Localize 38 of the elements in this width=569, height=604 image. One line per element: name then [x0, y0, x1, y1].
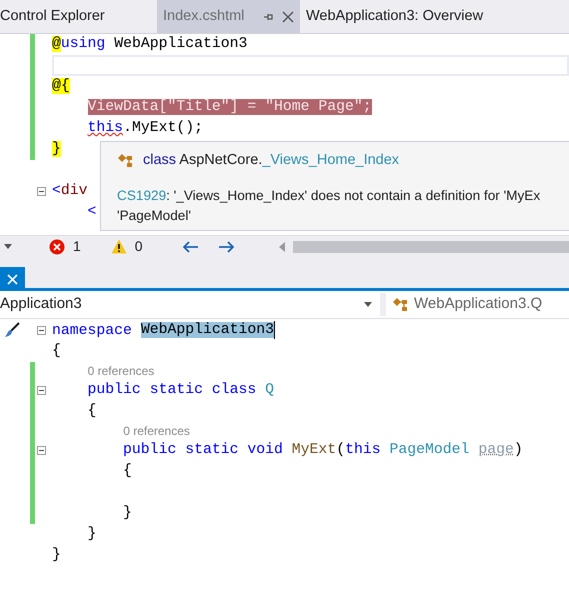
- code-line: namespace WebApplication3: [52, 320, 276, 340]
- close-icon[interactable]: [282, 10, 294, 22]
- code-line: }: [86, 525, 96, 544]
- error-icon[interactable]: [49, 238, 65, 254]
- error-count[interactable]: 1: [73, 236, 81, 257]
- class-icon: [392, 296, 410, 312]
- code-line: }: [52, 546, 61, 565]
- code-line: {: [86, 402, 96, 421]
- back-arrow-icon[interactable]: [182, 240, 199, 252]
- class-icon: [117, 152, 135, 169]
- error-message: CS1929: '_Views_Home_Index' does not contain a definition for 'MyEx 'PageModel': [117, 186, 542, 225]
- close-icon: [7, 274, 18, 284]
- dropdown-caret-icon[interactable]: [4, 244, 12, 249]
- code-line: {: [52, 342, 61, 361]
- code-line: this.MyExt();: [86, 119, 203, 138]
- code-line: @using WebApplication3: [52, 35, 248, 54]
- paintbrush-icon[interactable]: [4, 322, 20, 338]
- collapse-icon[interactable]: [37, 446, 46, 455]
- document-tab[interactable]: Control Explorer: [0, 0, 157, 33]
- project-dropdown[interactable]: Application3: [0, 293, 386, 316]
- collapse-icon[interactable]: [37, 326, 46, 335]
- collapse-icon[interactable]: [37, 386, 46, 395]
- code-line: }: [122, 504, 132, 523]
- warning-count[interactable]: 0: [134, 236, 143, 257]
- dropdown-caret-icon: [364, 302, 372, 307]
- scrollbar-thumb[interactable]: [292, 240, 569, 252]
- code-line: public static class Q: [86, 381, 274, 400]
- code-line: {: [122, 462, 132, 481]
- member-dropdown[interactable]: WebApplication3.Q: [386, 293, 569, 316]
- code-line: <: [86, 203, 96, 222]
- signature-text: class AspNetCore._Views_Home_Index: [143, 151, 400, 170]
- forward-arrow-icon[interactable]: [218, 240, 234, 252]
- document-tab[interactable]: WebApplication3: Overview: [300, 0, 490, 33]
- code-line: public static void MyExt(this PageModel page): [122, 441, 523, 460]
- code-line: <div: [52, 182, 88, 201]
- close-button[interactable]: [0, 267, 25, 291]
- collapse-icon[interactable]: [37, 187, 46, 196]
- warning-icon[interactable]: [110, 239, 127, 254]
